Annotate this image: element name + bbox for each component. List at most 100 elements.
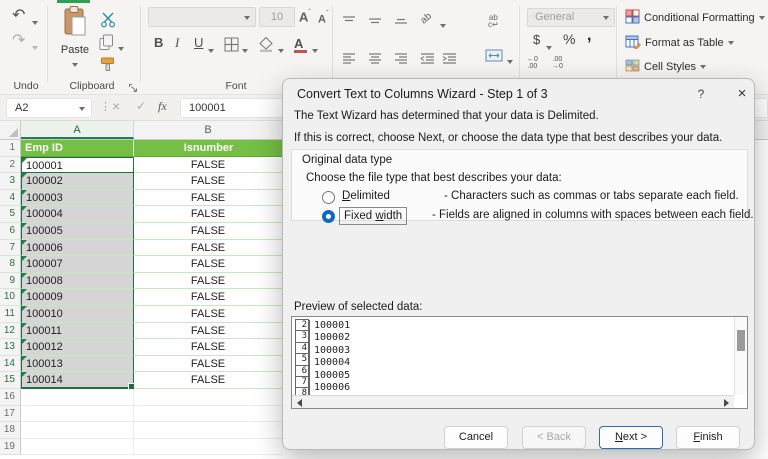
increase-font-size-button[interactable]: Aˆ [299, 9, 311, 25]
fill-color-button[interactable] [258, 36, 274, 56]
redo-icon[interactable]: ↷ [12, 33, 25, 49]
cell[interactable]: FALSE [134, 206, 283, 223]
merge-center-button[interactable] [485, 49, 503, 66]
accounting-chevron-icon[interactable] [546, 40, 552, 56]
cell[interactable] [21, 388, 134, 406]
cell[interactable] [134, 422, 283, 439]
next-button[interactable]: Next > [599, 426, 663, 449]
undo-chevron-icon[interactable] [32, 15, 38, 31]
fill-color-chevron-icon[interactable] [278, 43, 284, 59]
accounting-format-button[interactable]: $ [533, 33, 540, 46]
cell[interactable]: 100005 [21, 222, 134, 240]
align-right-button[interactable] [394, 52, 408, 68]
cell[interactable]: 100008 [21, 272, 134, 290]
row-number[interactable]: 1 [0, 140, 21, 157]
cancel-entry-icon[interactable]: × [112, 98, 120, 114]
cell[interactable]: 100014 [21, 372, 135, 390]
align-center-button[interactable] [368, 52, 382, 68]
cell-b1[interactable]: Isnumber [134, 140, 283, 157]
cell[interactable]: 100002 [21, 173, 134, 190]
cell[interactable]: FALSE [134, 339, 283, 356]
cell[interactable]: 100006 [21, 239, 134, 257]
conditional-formatting-button[interactable]: Conditional Formatting [625, 9, 765, 27]
bold-button[interactable]: B [154, 36, 163, 49]
percent-style-button[interactable]: % [563, 32, 575, 46]
row-number[interactable]: 9 [0, 272, 21, 290]
cell[interactable]: FALSE [134, 289, 283, 306]
align-bottom-button[interactable] [394, 13, 408, 29]
cell[interactable]: 100007 [21, 256, 134, 273]
help-button[interactable]: ? [691, 85, 711, 103]
cell[interactable]: FALSE [134, 322, 283, 340]
align-left-button[interactable] [342, 52, 356, 68]
name-box[interactable]: A2 [6, 98, 92, 118]
merge-chevron-icon[interactable] [507, 54, 513, 70]
finish-button[interactable]: Finish [676, 426, 740, 449]
row-number[interactable]: 19 [0, 438, 21, 456]
cell[interactable] [21, 405, 134, 423]
row-number[interactable]: 6 [0, 222, 21, 240]
delimited-radio-label[interactable]: Delimited [342, 190, 390, 202]
cell[interactable]: FALSE [134, 239, 283, 257]
wrap-text-button[interactable]: ab c↵ [488, 14, 499, 29]
enter-entry-icon[interactable]: ✓ [136, 99, 146, 113]
row-number[interactable]: 2 [0, 156, 21, 174]
cut-icon[interactable] [100, 11, 116, 32]
underline-chevron-icon[interactable] [208, 43, 214, 59]
cell[interactable]: 100003 [21, 189, 134, 207]
row-number[interactable]: 11 [0, 305, 21, 323]
cell[interactable]: FALSE [134, 355, 283, 373]
row-number[interactable]: 17 [0, 405, 21, 423]
preview-horizontal-scrollbar[interactable] [292, 395, 734, 408]
row-number[interactable]: 4 [0, 189, 21, 207]
column-header-a[interactable]: A [21, 121, 134, 139]
fixed-width-radio-label[interactable]: Fixed width [339, 207, 408, 225]
cell[interactable]: 100010 [21, 305, 134, 323]
cell[interactable]: 100012 [21, 339, 134, 356]
copy-chevron-icon[interactable] [118, 41, 124, 57]
cell[interactable]: 100009 [21, 289, 134, 306]
row-number[interactable]: 7 [0, 239, 21, 257]
font-size-select[interactable]: 10 [259, 7, 295, 27]
fixed-width-radio[interactable] [322, 210, 335, 223]
font-name-select[interactable] [148, 7, 256, 27]
row-number[interactable]: 18 [0, 422, 21, 439]
cell[interactable] [21, 422, 134, 439]
cell[interactable]: FALSE [134, 156, 283, 174]
cell[interactable] [134, 389, 283, 406]
row-number[interactable]: 3 [0, 173, 21, 190]
paste-chevron-icon[interactable] [72, 62, 78, 67]
align-middle-button[interactable] [368, 13, 382, 29]
row-number[interactable]: 10 [0, 289, 21, 306]
cell[interactable]: FALSE [134, 189, 283, 207]
decrease-font-size-button[interactable]: Aˇ [318, 10, 329, 26]
format-as-table-button[interactable]: Format as Table [625, 34, 734, 52]
row-number[interactable]: 15 [0, 372, 21, 389]
font-color-button[interactable]: A [294, 36, 307, 53]
preview-vertical-scrollbar[interactable] [734, 317, 747, 395]
borders-button[interactable] [224, 37, 239, 56]
decrease-indent-button[interactable] [420, 52, 435, 68]
cell[interactable]: 100011 [21, 322, 134, 340]
row-number[interactable]: 5 [0, 206, 21, 223]
column-header-b[interactable]: B [134, 121, 283, 139]
select-all-corner[interactable] [0, 121, 21, 139]
cell[interactable]: FALSE [134, 173, 283, 190]
close-icon[interactable]: × [731, 84, 753, 104]
increase-decimal-button[interactable]: ←0.00 [527, 56, 538, 70]
cell[interactable]: FALSE [134, 372, 283, 389]
cell[interactable] [134, 406, 283, 423]
font-color-chevron-icon[interactable] [312, 43, 318, 59]
cell[interactable]: FALSE [134, 256, 283, 273]
cell[interactable]: 100013 [21, 355, 134, 373]
row-number[interactable]: 13 [0, 339, 21, 356]
orientation-chevron-icon[interactable] [440, 18, 446, 34]
format-painter-icon[interactable] [100, 56, 116, 76]
cell-a1[interactable]: Emp ID [21, 140, 134, 157]
align-top-button[interactable] [342, 13, 356, 29]
cell[interactable]: FALSE [134, 305, 283, 323]
cell[interactable]: 100004 [21, 206, 134, 223]
scroll-right-icon[interactable] [724, 399, 729, 407]
cell[interactable] [21, 438, 134, 456]
cancel-button[interactable]: Cancel [444, 426, 508, 449]
